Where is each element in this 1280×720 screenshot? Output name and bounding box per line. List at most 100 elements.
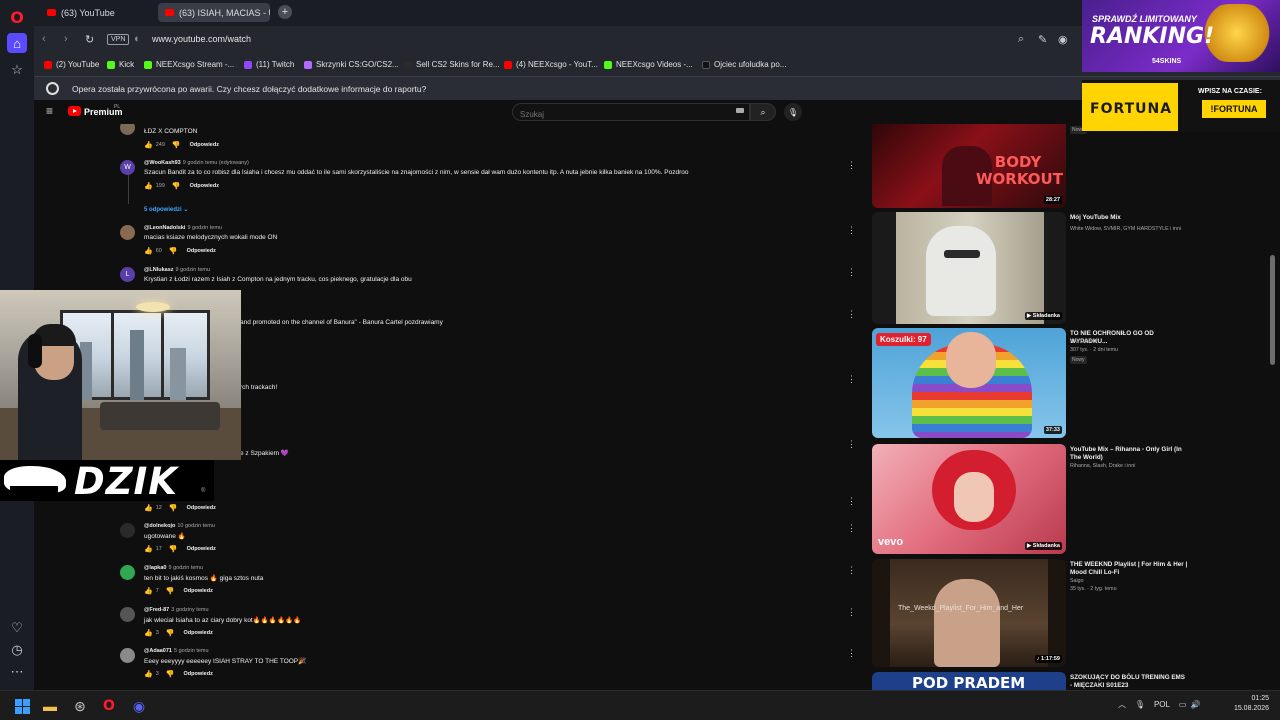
comment-menu-icon[interactable]: ⋮ [847, 309, 856, 320]
tab-video[interactable]: (63) ISIAH, MACIAS - UNF [158, 3, 270, 22]
video-thumbnail[interactable]: The_Weekd_Playlist_For_Him_and_Her ♪ 1:1… [872, 559, 1066, 667]
fortuna-ad[interactable]: FORTUNA WPISZ NA CZASIE: !FORTUNA [1082, 80, 1280, 132]
video-title[interactable]: Mój YouTube Mix [1070, 214, 1188, 222]
reply-button[interactable]: Odpowiedz [187, 248, 216, 254]
comment-menu-icon[interactable]: ⋮ [847, 523, 856, 534]
comment-time[interactable]: 3 godziny temu [171, 607, 208, 613]
bookmark-item[interactable]: Sell CS2 Skins for Re... [404, 60, 500, 69]
avatar[interactable] [120, 607, 135, 622]
video-thumbnail[interactable]: Koszulki: 97 37:33 [872, 328, 1066, 438]
reply-button[interactable]: Odpowiedz [184, 671, 213, 677]
related-video[interactable]: Koszulki: 97 37:33 TO NIE OCHRONIŁO GO O… [872, 328, 1272, 438]
comment-time[interactable]: 10 godzin temu [177, 523, 215, 529]
related-video[interactable]: BODY WORKOUT 28:27 Nowy [872, 124, 1272, 208]
forward-icon[interactable]: › [64, 33, 68, 45]
like-icon[interactable]: 👍 [144, 629, 153, 637]
history-icon[interactable]: ◷ [7, 640, 27, 660]
bookmark-item[interactable]: Kick [107, 60, 134, 69]
comment-menu-icon[interactable]: ⋮ [847, 374, 856, 385]
comment-author[interactable]: @WooKash93 [144, 160, 181, 166]
back-icon[interactable]: ‹ [42, 33, 46, 45]
dislike-icon[interactable]: 👎 [169, 504, 178, 512]
video-thumbnail[interactable]: BODY WORKOUT 28:27 [872, 124, 1066, 208]
avatar[interactable]: L [120, 267, 135, 282]
video-title[interactable]: YouTube Mix – Rihanna - Only Girl (In Th… [1070, 446, 1188, 462]
like-icon[interactable]: 👍 [144, 670, 153, 678]
star-icon[interactable]: ☆ [7, 60, 27, 80]
video-title[interactable]: SZOKUJĄCY DO BÓLU TRENING EMS - MIĘCZAKI… [1070, 674, 1188, 690]
video-channel[interactable]: Rihanna, Slash, Drake i inni [1070, 463, 1135, 469]
opera-icon[interactable]: O [99, 696, 119, 716]
search-button[interactable]: ⌕ [750, 103, 776, 121]
dislike-icon[interactable]: 👎 [169, 247, 178, 255]
more-icon[interactable]: ⋯ [7, 662, 27, 682]
related-video[interactable]: vevo ▶ Składanka YouTube Mix – Rihanna -… [872, 444, 1272, 554]
comment-time[interactable]: 9 godzin temu (edytowany) [183, 160, 249, 166]
comment-menu-icon[interactable]: ⋮ [847, 225, 856, 236]
video-channel[interactable]: Saigo [1070, 578, 1084, 584]
avatar[interactable] [120, 523, 135, 538]
bookmark-item[interactable]: (11) Twitch [244, 60, 294, 69]
windows-start-icon[interactable] [12, 696, 32, 716]
menu-icon[interactable]: ≡ [46, 104, 53, 118]
replies-toggle[interactable]: 5 odpowiedzi ⌄ [144, 206, 188, 213]
comment-author[interactable]: @Adaa071 [144, 648, 172, 654]
video-title[interactable]: THE WEEKND Playlist | For Him & Her | Mo… [1070, 561, 1188, 577]
volume-icon[interactable]: 🔊 [1191, 700, 1201, 709]
mic-icon[interactable]: 🎙 [1135, 700, 1145, 709]
comment-time[interactable]: 9 godzin temu [187, 225, 222, 231]
reload-icon[interactable]: ↻ [85, 33, 94, 46]
discord-icon[interactable]: ◉ [129, 696, 149, 716]
camera-icon[interactable]: ◉ [1058, 33, 1068, 46]
comment-menu-icon[interactable]: ⋮ [847, 160, 856, 171]
avatar[interactable] [120, 565, 135, 580]
edit-icon[interactable]: ✎ [1038, 33, 1047, 46]
steam-icon[interactable]: ⊛ [70, 696, 90, 716]
opera-logo-icon[interactable]: O [7, 7, 27, 27]
bookmark-item[interactable]: (2) YouTube [44, 60, 99, 69]
comment-author[interactable]: @Fred-87 [144, 607, 169, 613]
comment-time[interactable]: 5 godzin temu [174, 648, 209, 654]
comment-menu-icon[interactable]: ⋮ [847, 267, 856, 278]
like-icon[interactable]: 👍 [144, 587, 153, 595]
video-thumbnail[interactable]: ▶ Składanka [872, 212, 1066, 324]
reply-button[interactable]: Odpowiedz [187, 546, 216, 552]
comment-author[interactable]: @LeonNadolski [144, 225, 185, 231]
heart-icon[interactable]: ♡ [7, 618, 27, 638]
like-icon[interactable]: 👍 [144, 182, 153, 190]
bookmark-item[interactable]: Skrzynki CS:GO/CS2... [304, 60, 399, 69]
comment-menu-icon[interactable]: ⋮ [847, 496, 856, 507]
search-box[interactable] [512, 103, 750, 123]
reply-button[interactable]: Odpowiedz [184, 630, 213, 636]
dislike-icon[interactable]: 👎 [169, 545, 178, 553]
dislike-icon[interactable]: 👎 [166, 629, 175, 637]
clock[interactable]: 01:25 15.08.2026 [1225, 694, 1269, 714]
reply-button[interactable]: Odpowiedz [190, 142, 219, 148]
comment-author[interactable]: @LNlukasz [144, 267, 174, 273]
vpn-badge[interactable]: VPN [107, 34, 130, 45]
comment-time[interactable]: 9 godzin temu [169, 565, 204, 571]
mic-icon[interactable]: 🎙 [784, 103, 802, 121]
video-thumbnail[interactable]: vevo ▶ Składanka [872, 444, 1066, 554]
tab-youtube[interactable]: (63) YouTube [40, 3, 152, 22]
folder-icon[interactable]: ▬ [40, 696, 60, 716]
bookmark-item[interactable]: Ojciec ufoludka po... [702, 60, 786, 69]
like-icon[interactable]: 👍 [144, 141, 153, 149]
avatar[interactable] [120, 648, 135, 663]
search-icon[interactable]: ⌕ [1018, 33, 1024, 46]
dislike-icon[interactable]: 👎 [166, 587, 175, 595]
chevron-up-icon[interactable]: ︿ [1118, 700, 1126, 709]
comment-menu-icon[interactable]: ⋮ [847, 439, 856, 450]
bookmark-item[interactable]: NEEXcsgo Stream -... [144, 60, 234, 69]
reply-button[interactable]: Odpowiedz [187, 505, 216, 511]
monitor-icon[interactable]: ▭ [1179, 700, 1187, 709]
avatar[interactable] [120, 225, 135, 240]
comment-time[interactable]: 9 godzin temu [176, 267, 211, 273]
scrollbar[interactable] [1270, 255, 1275, 365]
video-channel[interactable]: SAYGON ✔ [1070, 339, 1098, 345]
ranking-ad[interactable]: SPRAWDŹ LIMITOWANY RANKING! 54SKINS [1082, 0, 1280, 72]
related-video[interactable]: The_Weekd_Playlist_For_Him_and_Her ♪ 1:1… [872, 559, 1272, 667]
avatar[interactable] [120, 124, 135, 135]
like-icon[interactable]: 👍 [144, 504, 153, 512]
url-field[interactable]: www.youtube.com/watch [152, 34, 251, 44]
